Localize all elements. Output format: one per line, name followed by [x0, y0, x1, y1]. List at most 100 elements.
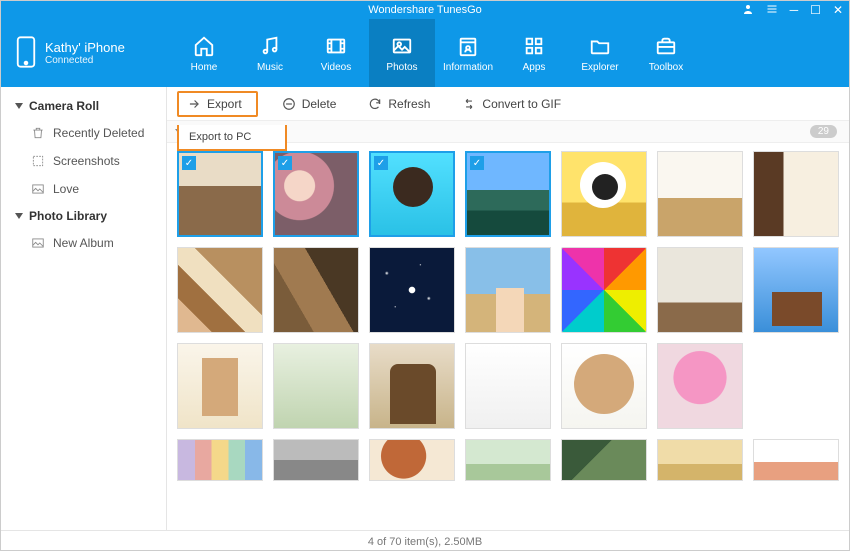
nav-label: Photos	[386, 62, 417, 73]
sidebar-item-screenshots[interactable]: Screenshots	[1, 147, 166, 175]
nav-videos[interactable]: Videos	[303, 19, 369, 87]
nav-apps[interactable]: Apps	[501, 19, 567, 87]
refresh-button[interactable]: Refresh	[360, 93, 438, 115]
trash-icon	[31, 126, 45, 140]
photo-thumbnail[interactable]	[177, 151, 263, 237]
photo-grid-partial	[177, 439, 839, 481]
photo-thumbnail[interactable]	[369, 343, 455, 429]
information-icon	[454, 34, 482, 58]
photo-thumbnail[interactable]	[657, 247, 743, 333]
sidebar-item-new-album[interactable]: New Album	[1, 229, 166, 257]
close-icon[interactable]: ✕	[833, 3, 843, 17]
photos-icon	[388, 34, 416, 58]
photo-thumbnail[interactable]	[273, 343, 359, 429]
nav-label: Apps	[523, 62, 546, 73]
image-icon	[31, 236, 45, 250]
phone-icon	[15, 35, 37, 72]
minimize-icon[interactable]: ─	[790, 3, 799, 17]
export-icon	[187, 97, 201, 111]
photo-thumbnail[interactable]	[561, 343, 647, 429]
nav-label: Explorer	[581, 62, 618, 73]
titlebar: Wondershare TunesGo ─ ☐ ✕	[1, 1, 849, 19]
nav-home[interactable]: Home	[171, 19, 237, 87]
window-controls: ─ ☐ ✕	[742, 1, 843, 19]
photo-thumbnail[interactable]	[177, 343, 263, 429]
status-text: 4 of 70 item(s), 2.50MB	[368, 536, 482, 548]
chevron-down-icon	[15, 103, 23, 109]
photo-thumbnail[interactable]	[561, 247, 647, 333]
music-icon	[256, 34, 284, 58]
convert-label: Convert to GIF	[482, 97, 561, 111]
toolbar: Export Export to PC Delete Refresh Conve…	[167, 87, 849, 121]
sidebar-group-photo-library[interactable]: Photo Library	[1, 203, 166, 229]
photo-thumbnail[interactable]	[753, 439, 839, 481]
nav-label: Music	[257, 62, 283, 73]
device-status: Connected	[45, 55, 125, 66]
delete-icon	[282, 97, 296, 111]
menu-icon[interactable]	[766, 3, 778, 18]
statusbar: 4 of 70 item(s), 2.50MB	[1, 530, 849, 552]
nav-information[interactable]: Information	[435, 19, 501, 87]
screenshot-icon	[31, 154, 45, 168]
delete-label: Delete	[302, 97, 337, 111]
nav-label: Videos	[321, 62, 351, 73]
photo-thumbnail[interactable]	[465, 247, 551, 333]
photo-thumbnail[interactable]	[561, 151, 647, 237]
photo-thumbnail[interactable]	[177, 247, 263, 333]
photo-grid	[177, 151, 839, 429]
check-icon	[182, 156, 196, 170]
photo-thumbnail[interactable]	[657, 343, 743, 429]
export-button[interactable]: Export	[177, 91, 258, 117]
sidebar-group-label: Camera Roll	[29, 99, 99, 113]
photo-thumbnail[interactable]	[273, 247, 359, 333]
sidebar: Camera Roll Recently Deleted Screenshots…	[1, 87, 167, 530]
maximize-icon[interactable]: ☐	[810, 3, 821, 17]
videos-icon	[322, 34, 350, 58]
photo-thumbnail[interactable]	[273, 439, 359, 481]
export-to-pc[interactable]: Export to PC	[179, 125, 285, 149]
nav-label: Toolbox	[649, 62, 683, 73]
sidebar-item-label: New Album	[53, 236, 114, 250]
photo-thumbnail[interactable]	[561, 439, 647, 481]
photo-thumbnail[interactable]	[465, 439, 551, 481]
export-label: Export	[207, 97, 242, 111]
nav-music[interactable]: Music	[237, 19, 303, 87]
sidebar-item-love[interactable]: Love	[1, 175, 166, 203]
photo-thumbnail[interactable]	[369, 439, 455, 481]
sidebar-item-label: Recently Deleted	[53, 126, 144, 140]
photo-thumbnail[interactable]	[753, 247, 839, 333]
photo-thumbnail[interactable]	[657, 151, 743, 237]
photo-thumbnail[interactable]	[369, 151, 455, 237]
check-icon	[374, 156, 388, 170]
photo-thumbnail[interactable]	[753, 151, 839, 237]
header: Kathy' iPhone Connected Home Music Video…	[1, 19, 849, 87]
photo-thumbnail[interactable]	[369, 247, 455, 333]
refresh-icon	[368, 97, 382, 111]
nav-label: Information	[443, 62, 493, 73]
photo-thumbnail[interactable]	[177, 439, 263, 481]
convert-gif-button[interactable]: Convert to GIF	[454, 93, 569, 115]
photo-grid-container	[167, 143, 849, 530]
photo-thumbnail[interactable]	[465, 343, 551, 429]
apps-icon	[520, 34, 548, 58]
home-icon	[190, 34, 218, 58]
app-title: Wondershare TunesGo	[368, 4, 482, 16]
convert-icon	[462, 97, 476, 111]
main-nav: Home Music Videos Photos Information App…	[171, 19, 849, 87]
check-icon	[470, 156, 484, 170]
sidebar-item-recently-deleted[interactable]: Recently Deleted	[1, 119, 166, 147]
photo-thumbnail[interactable]	[273, 151, 359, 237]
photo-thumbnail[interactable]	[465, 151, 551, 237]
nav-explorer[interactable]: Explorer	[567, 19, 633, 87]
nav-toolbox[interactable]: Toolbox	[633, 19, 699, 87]
user-icon[interactable]	[742, 3, 754, 18]
delete-button[interactable]: Delete	[274, 93, 345, 115]
sidebar-group-label: Photo Library	[29, 209, 107, 223]
device-info[interactable]: Kathy' iPhone Connected	[1, 19, 171, 87]
sidebar-item-label: Love	[53, 182, 79, 196]
nav-photos[interactable]: Photos	[369, 19, 435, 87]
photo-thumbnail[interactable]	[657, 439, 743, 481]
sidebar-group-camera-roll[interactable]: Camera Roll	[1, 93, 166, 119]
refresh-label: Refresh	[388, 97, 430, 111]
toolbox-icon	[652, 34, 680, 58]
